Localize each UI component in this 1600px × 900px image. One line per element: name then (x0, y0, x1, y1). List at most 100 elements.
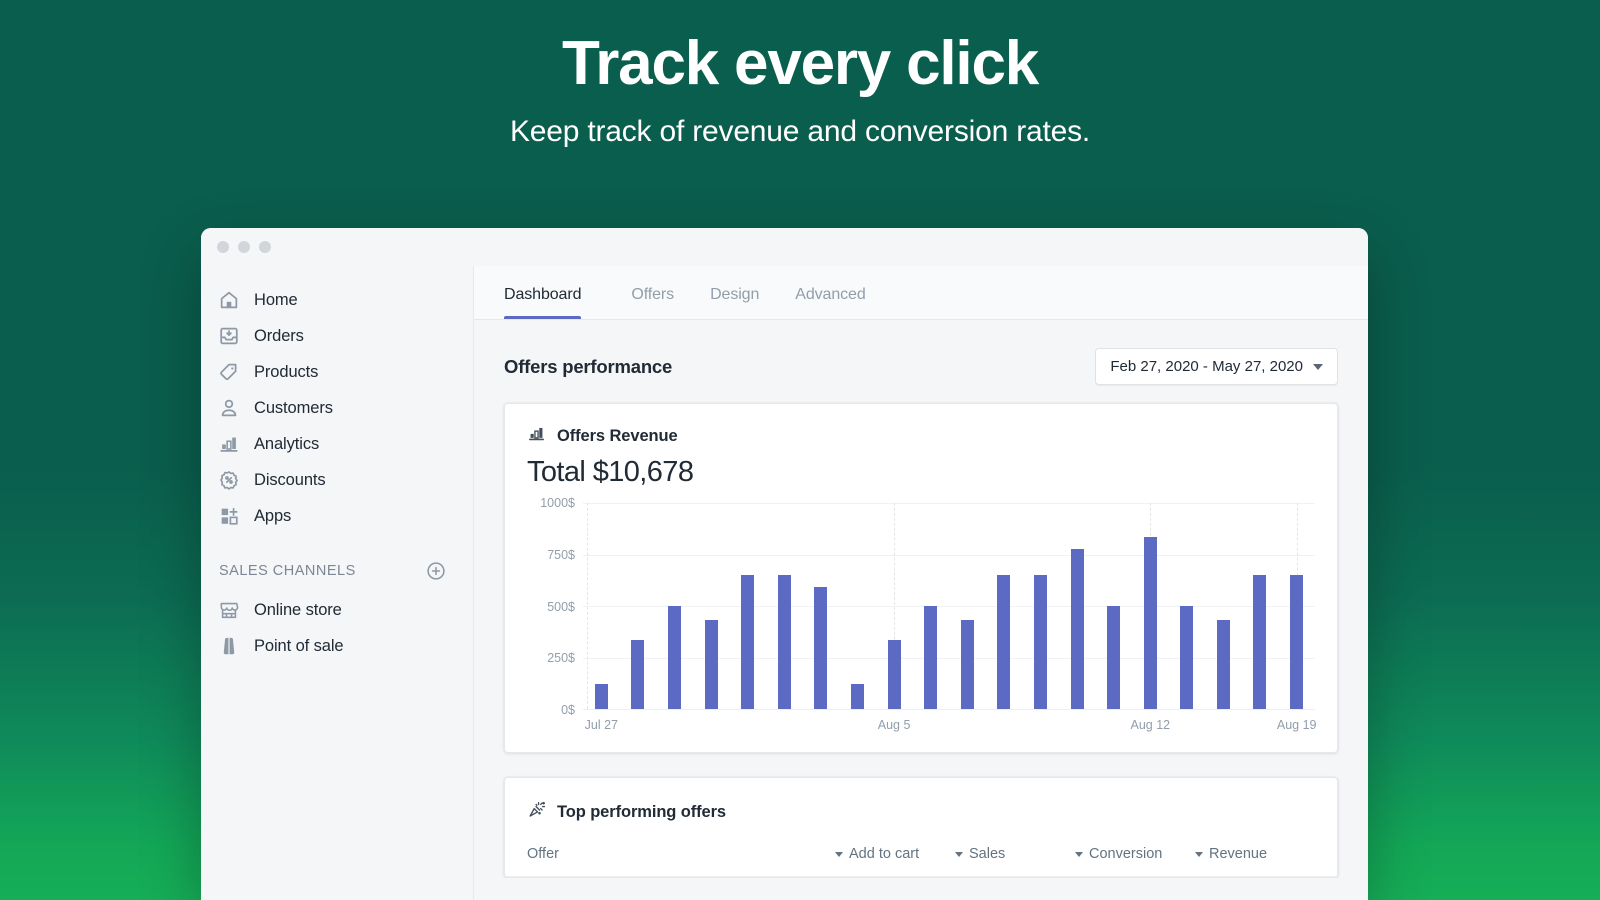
sidebar: Home Orders Products Customers (201, 266, 474, 900)
bar-slot (1242, 503, 1279, 709)
sidebar-item-orders[interactable]: Orders (201, 318, 473, 354)
bar-slot (620, 503, 657, 709)
chart-bar[interactable] (1144, 537, 1157, 709)
chart-bar[interactable] (1253, 575, 1266, 709)
column-label: Conversion (1089, 846, 1162, 862)
sidebar-item-customers[interactable]: Customers (201, 390, 473, 426)
chart-bar[interactable] (741, 575, 754, 709)
x-axis-tick-label: Jul 27 (585, 718, 618, 732)
page-title: Track every click (0, 28, 1600, 99)
home-icon (218, 289, 240, 311)
sidebar-item-discounts[interactable]: Discounts (201, 462, 473, 498)
chart-bar[interactable] (851, 684, 864, 709)
revenue-bar-chart: 0$250$500$750$1000$ Jul 27Aug 5Aug 12Aug… (527, 503, 1315, 738)
sidebar-item-point-of-sale[interactable]: Point of sale (201, 628, 473, 664)
y-axis-tick-label: 250$ (547, 651, 575, 665)
column-label: Sales (969, 846, 1005, 862)
chevron-down-icon (1313, 364, 1323, 370)
sidebar-item-label: Customers (254, 399, 333, 418)
bar-slot (583, 503, 620, 709)
discount-percent-icon (218, 469, 240, 491)
tab-advanced[interactable]: Advanced (777, 286, 883, 319)
y-axis-tick-label: 0$ (561, 703, 575, 717)
sidebar-item-products[interactable]: Products (201, 354, 473, 390)
sidebar-item-analytics[interactable]: Analytics (201, 426, 473, 462)
chart-bar[interactable] (1180, 606, 1193, 709)
x-axis-tick-label: Aug 12 (1130, 718, 1170, 732)
column-header-add-to-cart[interactable]: Add to cart (835, 846, 955, 862)
sidebar-item-label: Discounts (254, 471, 326, 490)
main-panel: Dashboard Offers Design Advanced Offers … (474, 266, 1368, 900)
product-tag-icon (218, 361, 240, 383)
bar-slot (876, 503, 913, 709)
sidebar-item-online-store[interactable]: Online store (201, 592, 473, 628)
bar-slot (1205, 503, 1242, 709)
column-label: Revenue (1209, 846, 1267, 862)
chart-bar[interactable] (961, 620, 974, 709)
column-header-conversion[interactable]: Conversion (1075, 846, 1195, 862)
column-header-revenue[interactable]: Revenue (1195, 846, 1315, 862)
chart-bar[interactable] (1071, 549, 1084, 709)
column-label: Add to cart (849, 846, 919, 862)
sidebar-item-home[interactable]: Home (201, 282, 473, 318)
tab-bar: Dashboard Offers Design Advanced (474, 266, 1368, 320)
sidebar-item-apps[interactable]: Apps (201, 498, 473, 534)
column-header-sales[interactable]: Sales (955, 846, 1075, 862)
chart-bar[interactable] (595, 684, 608, 709)
chart-bar[interactable] (668, 606, 681, 709)
chart-bar[interactable] (1107, 606, 1120, 709)
tab-dashboard[interactable]: Dashboard (504, 286, 599, 319)
content-area: Offers performance Feb 27, 2020 - May 27… (474, 320, 1368, 878)
offers-table-header: Offer Add to cart Sales Conversion (505, 824, 1337, 877)
analytics-bars-icon (218, 433, 240, 455)
plus-circle-icon[interactable] (425, 560, 447, 582)
chart-bar[interactable] (888, 640, 901, 709)
sales-channels-title: SALES CHANNELS (219, 563, 356, 579)
bar-slot (693, 503, 730, 709)
chart-plot-area (583, 503, 1315, 710)
bar-slot (839, 503, 876, 709)
sales-channels-section-header: SALES CHANNELS (201, 534, 473, 592)
chart-bar[interactable] (814, 587, 827, 709)
tab-offers[interactable]: Offers (613, 286, 692, 319)
point-of-sale-icon (218, 635, 240, 657)
chart-bar[interactable] (1217, 620, 1230, 709)
storefront-icon (218, 599, 240, 621)
chart-bar[interactable] (778, 575, 791, 709)
minimize-icon[interactable] (238, 241, 250, 253)
bar-slot (803, 503, 840, 709)
sidebar-item-label: Point of sale (254, 637, 344, 656)
apps-grid-plus-icon (218, 505, 240, 527)
revenue-card-title: Offers Revenue (557, 427, 678, 446)
bar-slot (1022, 503, 1059, 709)
bar-slot (766, 503, 803, 709)
hero-section: Track every click Keep track of revenue … (0, 0, 1600, 149)
maximize-icon[interactable] (259, 241, 271, 253)
bar-slot (912, 503, 949, 709)
sort-caret-icon (835, 852, 843, 857)
page-subtitle: Keep track of revenue and conversion rat… (0, 115, 1600, 149)
date-range-picker[interactable]: Feb 27, 2020 - May 27, 2020 (1095, 348, 1338, 385)
chart-bar[interactable] (631, 640, 644, 709)
bar-slot (656, 503, 693, 709)
performance-header-row: Offers performance Feb 27, 2020 - May 27… (504, 320, 1338, 403)
revenue-card-header: Offers Revenue (505, 404, 1337, 448)
close-icon[interactable] (217, 241, 229, 253)
sidebar-item-label: Analytics (254, 435, 319, 454)
y-axis-tick-label: 1000$ (540, 496, 575, 510)
y-axis-tick-label: 500$ (547, 600, 575, 614)
revenue-chart-wrap: 0$250$500$750$1000$ Jul 27Aug 5Aug 12Aug… (505, 489, 1337, 752)
sidebar-item-label: Apps (254, 507, 291, 526)
tab-design[interactable]: Design (692, 286, 777, 319)
bar-slot (986, 503, 1023, 709)
customer-person-icon (218, 397, 240, 419)
x-axis-tick-label: Aug 19 (1277, 718, 1317, 732)
chart-bar[interactable] (924, 606, 937, 709)
chart-y-axis: 0$250$500$750$1000$ (527, 503, 575, 710)
orders-inbox-icon (218, 325, 240, 347)
column-header-offer: Offer (527, 846, 835, 862)
chart-bar[interactable] (1290, 575, 1303, 709)
chart-bar[interactable] (1034, 575, 1047, 709)
chart-bar[interactable] (705, 620, 718, 709)
chart-bar[interactable] (997, 575, 1010, 709)
